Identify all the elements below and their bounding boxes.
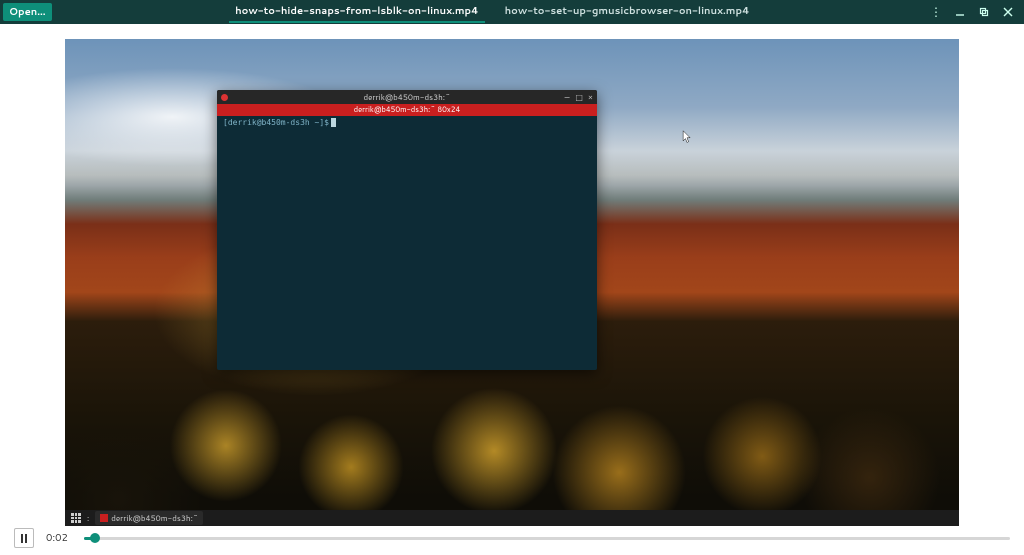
taskbar-item-terminal[interactable]: derrik@b450m-ds3h:~ xyxy=(95,511,203,525)
apps-grid-icon[interactable] xyxy=(71,513,81,523)
seek-bar[interactable] xyxy=(84,531,1010,545)
kebab-menu-icon[interactable]: ⋮ xyxy=(930,6,942,18)
playback-controls: 0:02 xyxy=(0,521,1024,555)
pause-button[interactable] xyxy=(14,528,34,548)
tab-file-1[interactable]: how-to-hide-snaps-from-lsblk-on-linux.mp… xyxy=(229,1,485,23)
tab-file-2[interactable]: how-to-set-up-gmusicbrowser-on-linux.mp4 xyxy=(499,1,756,23)
window-controls: ⋮ xyxy=(930,6,1024,18)
terminal-body[interactable]: [derrik@b450m-ds3h ~]$ xyxy=(217,116,597,370)
seek-track xyxy=(84,537,1010,540)
seek-thumb[interactable] xyxy=(90,533,100,543)
desktop-taskbar: : derrik@b450m-ds3h:~ xyxy=(65,510,959,526)
close-icon[interactable] xyxy=(1002,6,1014,18)
taskbar-item-label: derrik@b450m-ds3h:~ xyxy=(111,512,198,524)
mouse-cursor-icon xyxy=(682,130,692,144)
terminal-tab[interactable]: derrik@b450m-ds3h:~ 80x24 xyxy=(217,104,597,116)
terminal-title: derrik@b450m-ds3h:~ xyxy=(217,91,597,103)
terminal-window: derrik@b450m-ds3h:~ − □ × derrik@b450m-d… xyxy=(217,90,597,370)
terminal-titlebar[interactable]: derrik@b450m-ds3h:~ − □ × xyxy=(217,90,597,104)
minimize-icon[interactable] xyxy=(954,6,966,18)
video-frame[interactable]: derrik@b450m-ds3h:~ − □ × derrik@b450m-d… xyxy=(65,39,959,526)
maximize-icon[interactable] xyxy=(978,6,990,18)
app-header: Open… how-to-hide-snaps-from-lsblk-on-li… xyxy=(0,0,1024,24)
video-area: derrik@b450m-ds3h:~ − □ × derrik@b450m-d… xyxy=(0,24,1024,521)
terminal-prompt: [derrik@b450m-ds3h ~]$ xyxy=(223,118,329,127)
open-button[interactable]: Open… xyxy=(3,3,52,21)
pause-icon xyxy=(21,534,27,543)
terminal-cursor-icon xyxy=(331,118,336,127)
terminal-icon xyxy=(100,514,108,522)
file-tabs: how-to-hide-snaps-from-lsblk-on-linux.mp… xyxy=(55,1,930,23)
taskbar-separator: : xyxy=(87,512,89,524)
playback-time: 0:02 xyxy=(46,531,72,545)
